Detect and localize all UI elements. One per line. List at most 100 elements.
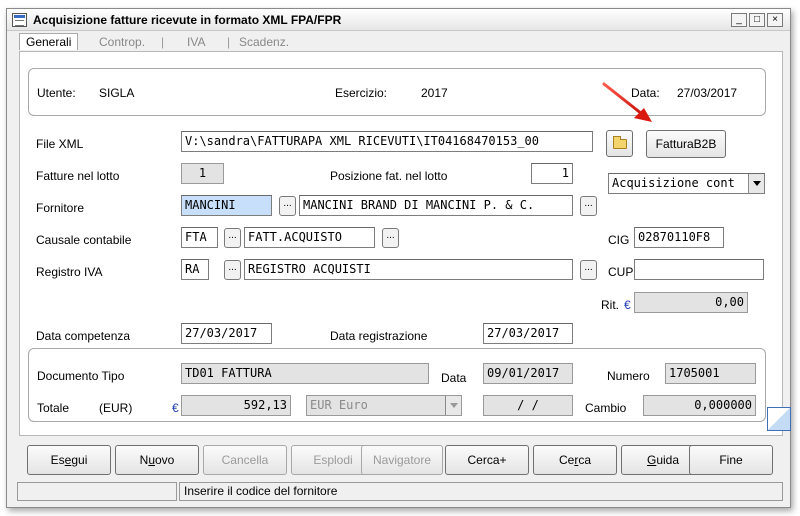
fine-button[interactable]: Fine <box>689 445 773 475</box>
fornitore-lookup-button[interactable]: ... <box>279 196 296 216</box>
esercizio-value: 2017 <box>421 86 448 100</box>
valuta-select-value: EUR Euro <box>310 398 368 412</box>
registro-code-input[interactable]: RA <box>181 259 209 280</box>
documento-tipo-label: Documento Tipo <box>37 369 125 383</box>
numero-label: Numero <box>607 369 650 383</box>
button-label: gui <box>71 453 88 467</box>
registro-lookup-button[interactable]: ... <box>224 260 241 280</box>
title-bar[interactable]: Acquisizione fatture ricevute in formato… <box>7 9 790 31</box>
fornitore-code-text: MANCINI <box>182 196 271 215</box>
tab-controp[interactable]: Controp. <box>99 34 145 51</box>
cancella-button[interactable]: Cancella <box>203 445 287 475</box>
data-competenza-label: Data competenza <box>36 329 131 343</box>
valuta-select: EUR Euro <box>306 395 462 416</box>
euro-icon: € <box>624 298 631 312</box>
data-value: 27/03/2017 <box>677 86 738 100</box>
button-label: Ce <box>558 453 575 467</box>
fornitore-detail-button[interactable]: ... <box>580 196 597 216</box>
cambio-value: 0,000000 <box>643 395 756 416</box>
tab-scadenz[interactable]: Scadenz. <box>239 34 289 51</box>
documento-tipo-value: TD01 FATTURA <box>181 363 429 384</box>
causale-code-input[interactable]: FTA <box>181 227 218 248</box>
tab-strip: Generali Controp. | IVA | Scadenz. <box>15 33 775 51</box>
fattura-b2b-button[interactable]: FatturaB2B <box>646 130 726 158</box>
navigatore-button[interactable]: Navigatore <box>361 445 443 475</box>
chevron-down-icon[interactable] <box>748 174 764 193</box>
cup-input[interactable] <box>634 259 764 280</box>
rit-label: Rit. <box>601 298 619 312</box>
status-message: Inserire il codice del fornitore <box>179 482 783 501</box>
registro-detail-button[interactable]: ... <box>580 260 597 280</box>
esercizio-label: Esercizio: <box>335 86 388 100</box>
cerca-button[interactable]: Cerca <box>533 445 617 475</box>
button-label: Es <box>50 453 65 467</box>
acquisizione-select[interactable]: Acquisizione cont <box>608 173 765 194</box>
button-label: Fine <box>719 453 743 467</box>
tab-iva[interactable]: IVA <box>187 34 205 51</box>
data-registrazione-input[interactable]: 27/03/2017 <box>483 323 573 344</box>
fornitore-name-field[interactable]: MANCINI BRAND DI MANCINI P. & C. <box>299 195 573 216</box>
button-label: Cancella <box>221 453 269 467</box>
maximize-button[interactable]: □ <box>749 13 765 27</box>
app-icon <box>12 13 27 27</box>
button-label: N <box>139 453 149 467</box>
totale-label: Totale <box>37 401 70 415</box>
nuovo-button[interactable]: Nuovo <box>115 445 199 475</box>
causale-desc-field[interactable]: FATT.ACQUISTO <box>244 227 375 248</box>
euro-icon: € <box>172 401 179 415</box>
cig-label: CIG <box>608 233 630 247</box>
posizione-label: Posizione fat. nel lotto <box>330 169 448 183</box>
totale-value: 592,13 <box>181 395 291 416</box>
data-competenza-input[interactable]: 27/03/2017 <box>181 323 272 344</box>
button-label: ovo <box>155 453 175 467</box>
utente-value: SIGLA <box>99 86 135 100</box>
cup-label: CUP <box>608 265 634 279</box>
acquisizione-select-value: Acquisizione cont <box>612 176 735 190</box>
button-accel: G <box>646 453 657 467</box>
main-window: Acquisizione fatture ricevute in formato… <box>6 8 791 508</box>
corner-grip-icon[interactable] <box>767 407 791 431</box>
causale-detail-button[interactable]: ... <box>382 228 399 248</box>
cerca-plus-button[interactable]: Cerca+ <box>445 445 529 475</box>
button-label: Navigatore <box>372 453 432 467</box>
header-group: Utente: SIGLA Esercizio: 2017 Data: 27/0… <box>28 68 766 116</box>
chevron-down-icon <box>445 396 461 415</box>
button-label: uida <box>656 453 680 467</box>
folder-icon <box>613 136 627 149</box>
esegui-button[interactable]: Esegui <box>27 445 111 475</box>
data-registrazione-label: Data registrazione <box>330 329 428 343</box>
rit-value: 0,00 <box>634 292 748 313</box>
utente-label: Utente: <box>37 86 76 100</box>
causale-lookup-button[interactable]: ... <box>224 228 241 248</box>
fornitore-label: Fornitore <box>36 201 85 215</box>
status-left <box>17 482 177 501</box>
browse-folder-button[interactable] <box>606 130 633 157</box>
data-label: Data: <box>631 86 660 100</box>
fatture-lotto-value: 1 <box>181 163 224 184</box>
button-accel: u <box>148 453 155 467</box>
tab-generali[interactable]: Generali <box>19 33 79 50</box>
registro-desc-field[interactable]: REGISTRO ACQUISTI <box>244 259 573 280</box>
posizione-input[interactable]: 1 <box>531 163 573 184</box>
documento-data-value: 09/01/2017 <box>483 363 573 384</box>
cig-input[interactable]: 02870110F8 <box>634 227 724 248</box>
registro-label: Registro IVA <box>36 265 103 279</box>
file-xml-label: File XML <box>36 137 84 151</box>
numero-value: 1705001 <box>665 363 756 384</box>
data-cambio-value: / / <box>483 395 573 416</box>
file-xml-input[interactable]: V:\sandra\FATTURAPA XML RICEVUTI\IT04168… <box>181 131 593 152</box>
button-label: ca <box>578 453 592 467</box>
close-button[interactable]: × <box>767 13 783 27</box>
documento-group: Documento Tipo TD01 FATTURA Data 09/01/2… <box>28 348 766 422</box>
fornitore-code-input[interactable]: MANCINI <box>181 195 272 216</box>
cambio-label: Cambio <box>585 401 627 415</box>
minimize-button[interactable]: _ <box>731 13 747 27</box>
eur-label: (EUR) <box>99 401 133 415</box>
documento-data-label: Data <box>441 371 467 385</box>
fatture-lotto-label: Fatture nel lotto <box>36 169 120 183</box>
tab-separator: | <box>227 35 231 49</box>
generali-panel: Utente: SIGLA Esercizio: 2017 Data: 27/0… <box>19 51 783 436</box>
causale-label: Causale contabile <box>36 233 132 247</box>
button-label: Cerca+ <box>467 453 507 467</box>
button-label: Esplodi <box>313 453 353 467</box>
